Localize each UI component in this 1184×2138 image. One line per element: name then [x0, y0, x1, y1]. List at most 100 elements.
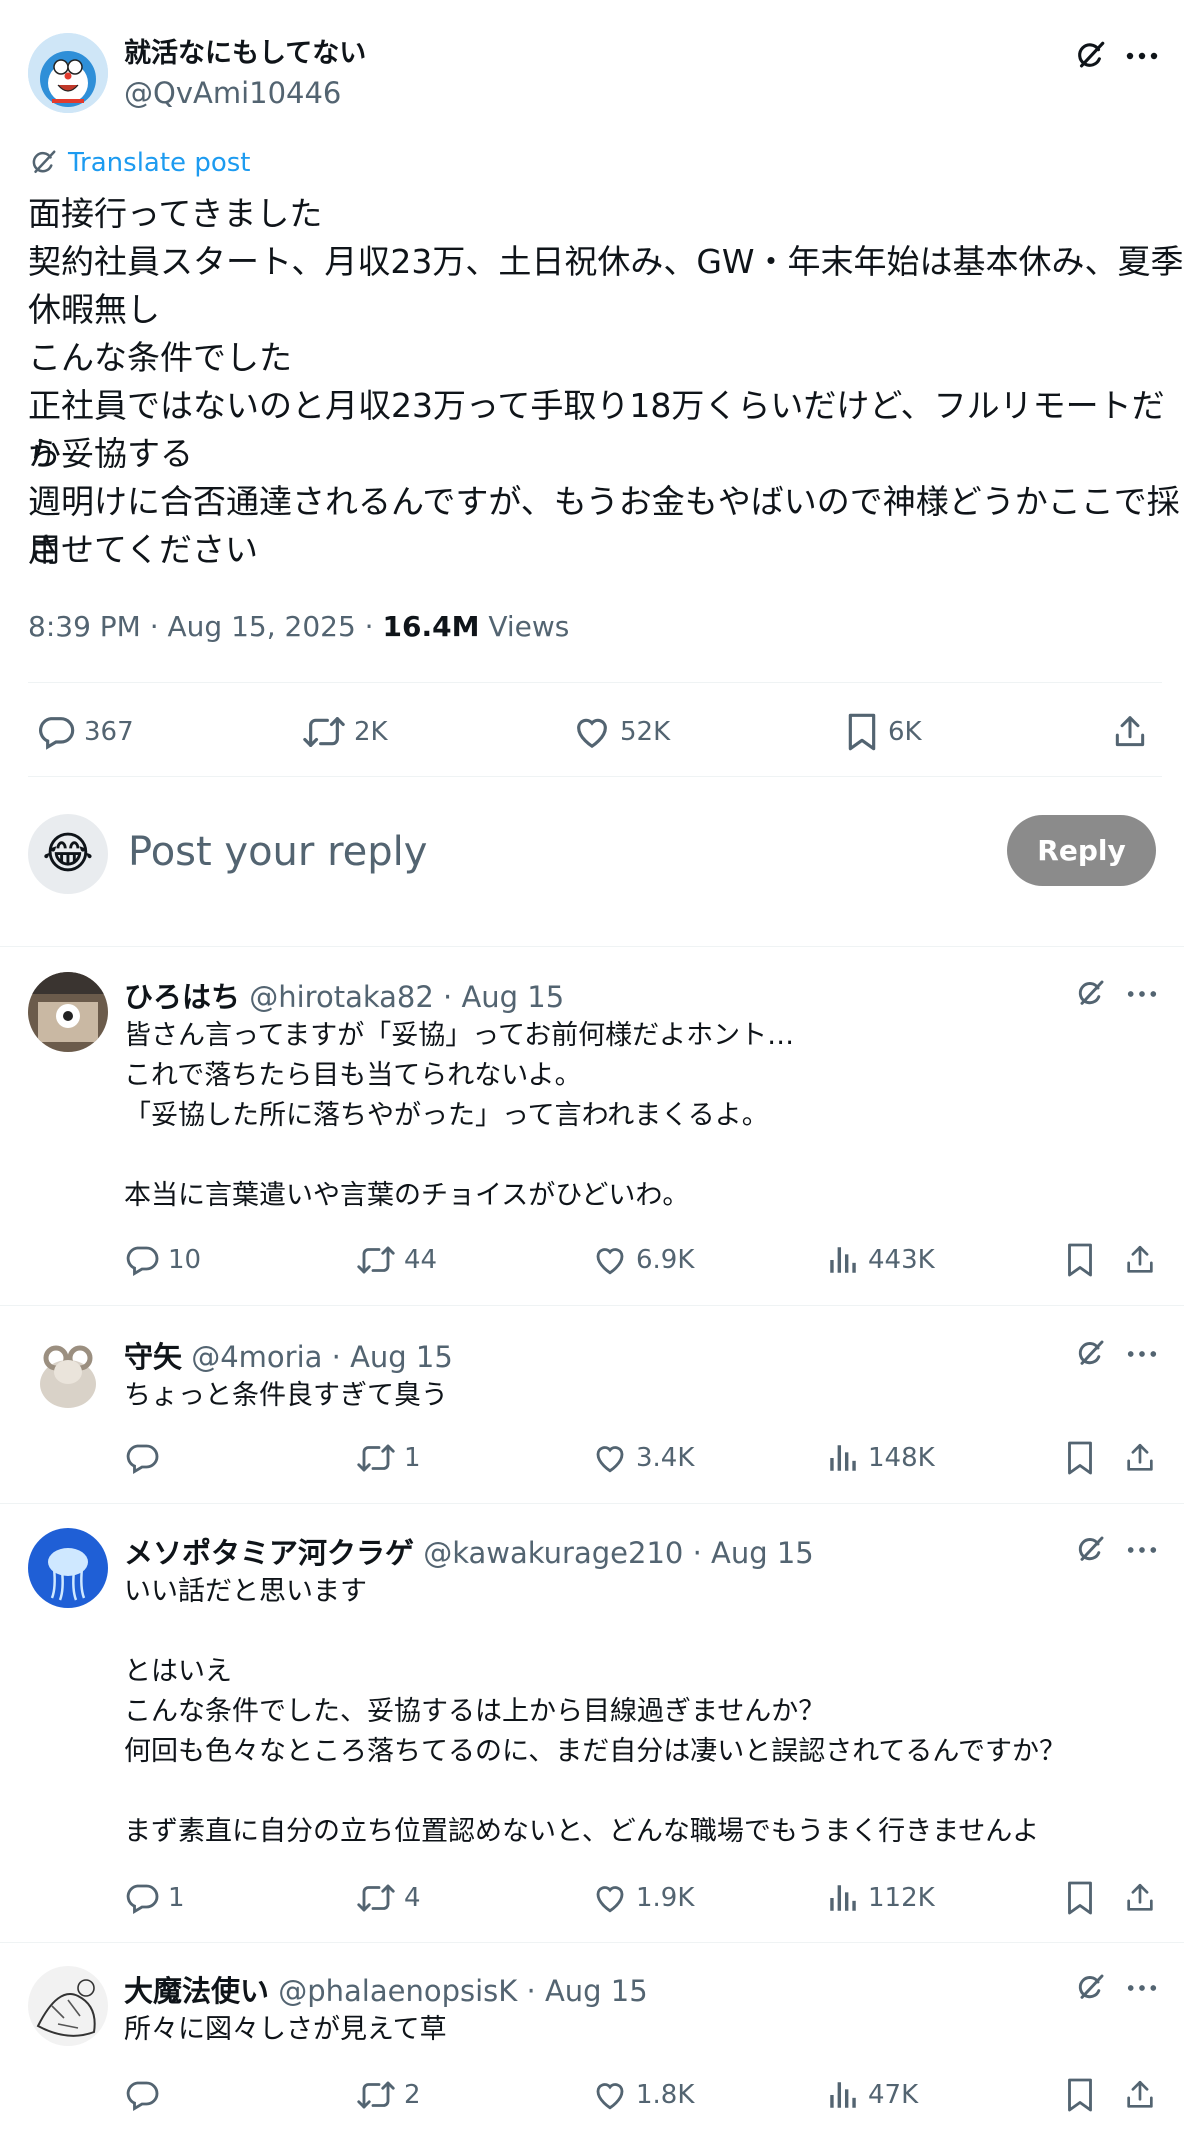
reply-date[interactable]: · Aug 15: [322, 1340, 453, 1374]
bookmark-icon[interactable]: [1060, 2075, 1100, 2115]
reply-text: ちょっと条件良すぎて臭う: [124, 1380, 448, 1411]
post-author-handle[interactable]: @QvAmi10446: [124, 74, 341, 112]
reply-repost-button[interactable]: 4: [356, 1878, 421, 1918]
post-repost-button[interactable]: 2K: [302, 710, 388, 754]
reply-author-name[interactable]: メソポタミア河クラゲ: [124, 1536, 414, 1570]
post-views-count: 16.4M: [382, 610, 480, 643]
reply-author-name[interactable]: 大魔法使い: [124, 1974, 269, 2008]
post-timestamp[interactable]: 8:39 PM · Aug 15, 2025 ·: [28, 610, 382, 643]
reply-views-button[interactable]: 443K: [826, 1240, 935, 1280]
reply-avatar[interactable]: [28, 1332, 108, 1412]
share-icon[interactable]: [1120, 1438, 1160, 1478]
reply-views-count: 47K: [868, 2080, 919, 2110]
post-line: 休暇無し: [28, 290, 160, 329]
share-icon[interactable]: [1120, 1878, 1160, 1918]
post-reply-button[interactable]: 367: [36, 710, 134, 754]
grok-icon[interactable]: [1070, 1530, 1110, 1570]
reply-avatar[interactable]: [28, 1528, 108, 1608]
post-author-name[interactable]: 就活なにもしてない: [124, 36, 366, 72]
reply-views-count: 443K: [868, 1245, 935, 1275]
repost-icon: [356, 2077, 404, 2113]
reply-header: ひろはち @hirotaka82 · Aug 15: [124, 974, 564, 1016]
repost-icon: [356, 1880, 404, 1916]
like-icon: [592, 1242, 636, 1278]
reply-author-name[interactable]: ひろはち: [124, 980, 240, 1014]
post-line: 面接行ってきました: [28, 194, 323, 233]
reply-header: 守矢 @4moria · Aug 15: [124, 1334, 453, 1376]
post-line: させてください: [28, 530, 259, 569]
reply-like-button[interactable]: 1.9K: [592, 1878, 694, 1918]
reply-header: 大魔法使い @phalaenopsisK · Aug 15: [124, 1968, 648, 2010]
reply-button[interactable]: Reply: [1007, 815, 1156, 886]
reply-input[interactable]: Post your reply: [128, 824, 427, 880]
reply-views-count: 112K: [868, 1883, 935, 1913]
reply-like-button[interactable]: 6.9K: [592, 1240, 694, 1280]
reply-like-count: 3.4K: [636, 1443, 695, 1473]
bookmark-icon[interactable]: [1060, 1878, 1100, 1918]
reply-reply-button[interactable]: [124, 2075, 168, 2115]
reply-author-handle[interactable]: @phalaenopsisK: [278, 1974, 517, 2008]
share-icon[interactable]: [1120, 1240, 1160, 1280]
reply-like-button[interactable]: 3.4K: [592, 1438, 694, 1478]
bookmark-icon[interactable]: [1060, 1240, 1100, 1280]
reply-repost-count: 44: [404, 1245, 438, 1275]
reply-like-button[interactable]: 1.8K: [592, 2075, 694, 2115]
reply-avatar[interactable]: [28, 1966, 108, 2046]
reply-date[interactable]: · Aug 15: [517, 1974, 648, 2008]
avatar-emoji: 😂: [42, 828, 94, 879]
divider: [28, 682, 1162, 683]
reply-author-handle[interactable]: @hirotaka82: [249, 980, 434, 1014]
reply-like-count: 6.9K: [636, 1245, 695, 1275]
reply-icon: [124, 1242, 168, 1278]
reply-reply-count: 10: [168, 1245, 202, 1275]
grok-icon[interactable]: [1070, 1968, 1110, 2008]
more-icon[interactable]: [1120, 36, 1164, 76]
grok-icon[interactable]: [1070, 36, 1110, 76]
more-icon[interactable]: [1120, 1334, 1164, 1374]
divider: [0, 1942, 1184, 1943]
post-meta: 8:39 PM · Aug 15, 2025 · 16.4M Views: [28, 608, 569, 646]
repost-icon: [302, 712, 354, 752]
more-icon[interactable]: [1120, 1530, 1164, 1570]
reply-author-handle[interactable]: @4moria: [191, 1340, 322, 1374]
bookmark-icon[interactable]: [1060, 1438, 1100, 1478]
reply-reply-button[interactable]: 1: [124, 1878, 185, 1918]
post-reply-count: 367: [84, 717, 134, 747]
translate-post-link[interactable]: Translate post: [28, 148, 250, 178]
share-icon[interactable]: [1108, 710, 1152, 754]
translate-post-label: Translate post: [68, 148, 251, 178]
reply-author-handle[interactable]: @kawakurage210: [423, 1536, 683, 1570]
repost-icon: [356, 1242, 404, 1278]
divider: [0, 946, 1184, 947]
reply-reply-button[interactable]: 10: [124, 1240, 201, 1280]
reply-views-button[interactable]: 47K: [826, 2075, 918, 2115]
reply-text: いい話だと思います とはいえ こんな条件でした、妥協するは上から目線過ぎませんか…: [124, 1576, 1067, 1847]
reply-date[interactable]: · Aug 15: [434, 980, 564, 1014]
reply-repost-button[interactable]: 1: [356, 1438, 421, 1478]
divider: [0, 1305, 1184, 1306]
more-icon[interactable]: [1120, 974, 1164, 1014]
views-icon: [826, 1242, 868, 1278]
reply-reply-button[interactable]: [124, 1438, 168, 1478]
views-icon: [826, 1440, 868, 1476]
reply-date[interactable]: · Aug 15: [683, 1536, 814, 1570]
grok-icon[interactable]: [1070, 1334, 1110, 1374]
reply-author-name[interactable]: 守矢: [124, 1340, 182, 1374]
reply-repost-button[interactable]: 2: [356, 2075, 421, 2115]
reply-repost-count: 2: [404, 2080, 421, 2110]
reply-icon: [36, 712, 84, 752]
reply-avatar[interactable]: [28, 972, 108, 1052]
reply-like-count: 1.8K: [636, 2080, 695, 2110]
reply-views-button[interactable]: 148K: [826, 1438, 935, 1478]
post-bookmark-button[interactable]: 6K: [844, 710, 922, 754]
share-icon[interactable]: [1120, 2075, 1160, 2115]
reply-views-button[interactable]: 112K: [826, 1878, 935, 1918]
more-icon[interactable]: [1120, 1968, 1164, 2008]
like-icon: [592, 1880, 636, 1916]
post-bookmark-count: 6K: [888, 717, 922, 747]
post-like-button[interactable]: 52K: [572, 710, 670, 754]
user-avatar[interactable]: 😂: [28, 814, 108, 894]
grok-icon[interactable]: [1070, 974, 1110, 1014]
author-avatar[interactable]: [28, 33, 108, 113]
reply-repost-button[interactable]: 44: [356, 1240, 437, 1280]
